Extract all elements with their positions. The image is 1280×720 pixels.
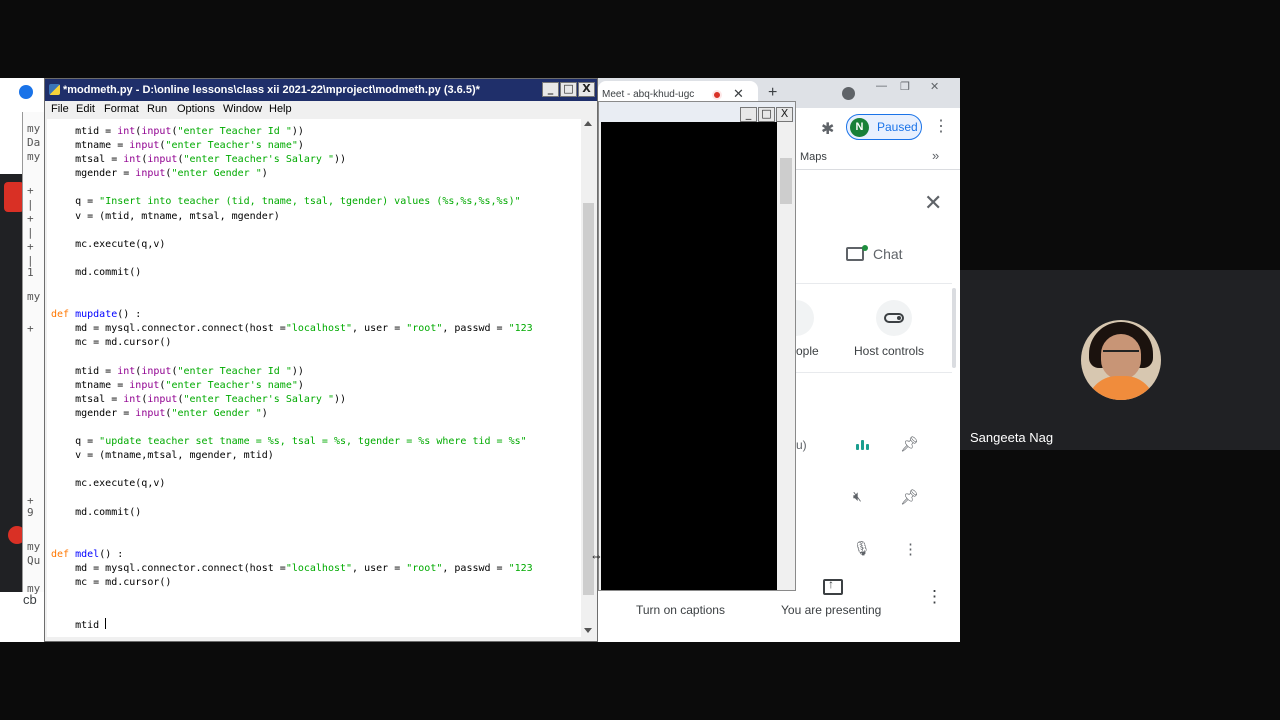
minimize-icon[interactable]: —: [876, 80, 887, 92]
people-label: ople: [796, 344, 819, 358]
panel-scrollbar[interactable]: [952, 288, 956, 368]
bookmark-maps[interactable]: Maps: [800, 151, 827, 163]
pin-icon[interactable]: 📌︎: [900, 435, 919, 453]
presentation-preview-window: _ □ X: [598, 101, 796, 591]
app-icon: [4, 182, 24, 212]
chat-button[interactable]: Chat: [846, 245, 903, 262]
black-preview-area: [601, 122, 777, 590]
scroll-up-icon[interactable]: [584, 121, 592, 126]
host-controls-button[interactable]: [876, 300, 912, 336]
tab-close-icon[interactable]: ✕: [733, 86, 744, 102]
text-cursor: [105, 618, 107, 630]
background-label: cb: [23, 592, 37, 607]
minimize-button[interactable]: _: [740, 107, 757, 122]
participant-avatar: [1081, 320, 1161, 400]
shared-desktop: Meet - abq-khud-ugc ✕ + — ❐ ✕ ✱ N Paused…: [0, 78, 960, 642]
resize-cursor-icon: ⇔: [590, 548, 603, 563]
menu-window[interactable]: Window: [223, 103, 262, 115]
maximize-button[interactable]: □: [560, 82, 577, 97]
browser-menu-icon[interactable]: ⋮: [933, 116, 949, 136]
participant-name-partial: u): [796, 438, 807, 452]
strip-text: |: [27, 226, 34, 239]
popup-titlebar[interactable]: _ □ X: [599, 102, 795, 122]
mic-off-icon[interactable]: 🎙︎: [853, 540, 871, 557]
strip-text: +: [27, 212, 34, 225]
profile-paused-button[interactable]: N Paused: [846, 114, 922, 140]
strip-text: my: [27, 122, 41, 135]
strip-text: 9: [27, 506, 34, 519]
strip-text: +: [27, 240, 34, 253]
strip-text: |: [27, 198, 34, 211]
strip-text: Da: [27, 136, 41, 149]
strip-text: +: [27, 322, 34, 335]
recording-icon: [712, 90, 722, 100]
scroll-down-icon[interactable]: [584, 628, 592, 633]
strip-text: my: [27, 290, 41, 303]
popup-scrollbar[interactable]: [779, 122, 793, 590]
menu-format[interactable]: Format: [104, 103, 139, 115]
strip-text: +: [27, 184, 34, 197]
turn-on-captions-button[interactable]: Turn on captions: [636, 603, 725, 617]
code-editor[interactable]: mtid = int(input("enter Teacher Id ")) m…: [47, 119, 581, 637]
panel-divider: [796, 283, 952, 284]
menu-help[interactable]: Help: [269, 103, 292, 115]
mic-off-icon[interactable]: 🔇︎: [853, 488, 862, 505]
extensions-puzzle-icon[interactable]: ✱: [821, 119, 834, 139]
close-button[interactable]: X: [578, 82, 595, 97]
presenting-label[interactable]: You are presenting: [781, 603, 881, 617]
bookmarks-more-icon[interactable]: »: [932, 148, 939, 163]
scrollbar-thumb[interactable]: [583, 203, 594, 595]
idle-title-text: *modmeth.py - D:\online lessons\class xi…: [63, 84, 480, 96]
menu-file[interactable]: File: [51, 103, 69, 115]
chat-label: Chat: [873, 246, 903, 262]
idle-menubar: File Edit Format Run Options Window Help: [45, 101, 597, 119]
present-screen-icon[interactable]: [823, 577, 843, 595]
tab-search-icon[interactable]: [842, 87, 855, 100]
chat-notification-dot: [862, 245, 868, 251]
pin-icon[interactable]: 📌︎: [900, 488, 919, 506]
scrollbar-thumb[interactable]: [780, 158, 792, 204]
strip-text: my: [27, 150, 41, 163]
maximize-button[interactable]: □: [758, 107, 775, 122]
idle-editor-window: *modmeth.py - D:\online lessons\class xi…: [44, 78, 598, 642]
participant-more-icon[interactable]: ⋮: [903, 540, 918, 558]
menu-options[interactable]: Options: [177, 103, 215, 115]
strip-text: 1: [27, 266, 34, 279]
tab-title: Meet - abq-khud-ugc: [602, 89, 695, 100]
profile-status-label: Paused: [877, 120, 918, 134]
strip-text: my: [27, 540, 41, 553]
window-close-icon[interactable]: ✕: [930, 80, 939, 93]
code-text: mtid = int(input("enter Teacher Id ")) m…: [51, 126, 533, 632]
speaking-indicator-icon: [855, 440, 871, 452]
close-button[interactable]: X: [776, 107, 793, 122]
host-controls-label: Host controls: [854, 344, 925, 358]
participant-name: Sangeeta Nag: [970, 430, 1054, 445]
menu-run[interactable]: Run: [147, 103, 167, 115]
menu-edit[interactable]: Edit: [76, 103, 95, 115]
toggle-icon: [884, 313, 904, 323]
background-windows: my Da my + | + | + | 1 my + + 9 my Qu my…: [0, 78, 46, 642]
chrome-logo-icon: [19, 85, 33, 99]
profile-avatar: N: [850, 118, 869, 137]
panel-close-icon[interactable]: ✕: [924, 192, 942, 214]
python-icon: [49, 84, 60, 95]
restore-icon[interactable]: ❐: [900, 80, 910, 93]
strip-text: Qu: [27, 554, 41, 567]
panel-divider: [796, 372, 952, 373]
more-options-icon[interactable]: ⋮: [926, 587, 943, 607]
idle-titlebar[interactable]: *modmeth.py - D:\online lessons\class xi…: [45, 79, 597, 101]
participant-tile[interactable]: Sangeeta Nag: [960, 270, 1280, 450]
screen-share-stage: Meet - abq-khud-ugc ✕ + — ❐ ✕ ✱ N Paused…: [0, 0, 1280, 720]
shell-window-edge: my Da my + | + | + | 1 my + + 9 my Qu my: [22, 112, 44, 595]
minimize-button[interactable]: _: [542, 82, 559, 97]
new-tab-icon[interactable]: +: [768, 84, 777, 102]
